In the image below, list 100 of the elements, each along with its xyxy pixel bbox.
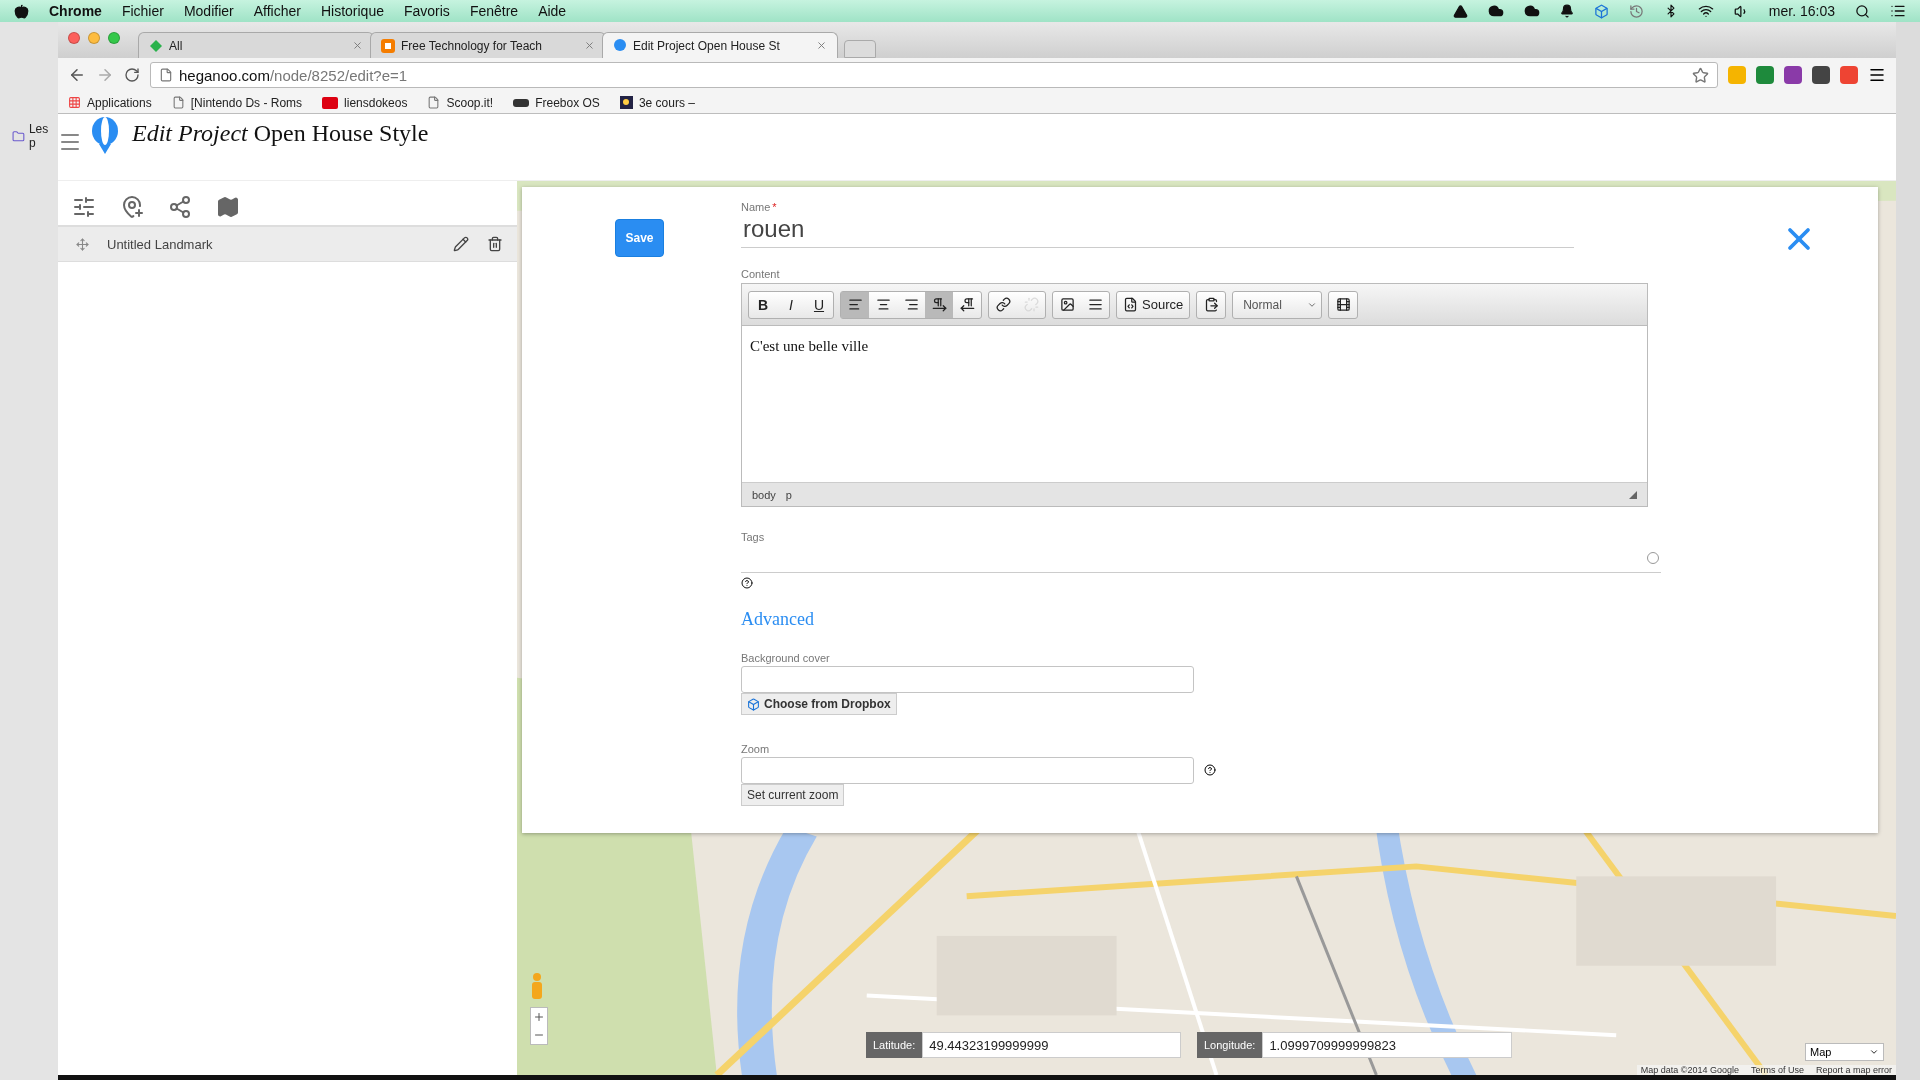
help-icon[interactable] <box>1204 763 1216 776</box>
cloud-icon[interactable] <box>1487 3 1504 19</box>
browser-tab[interactable]: Edit Project Open House St <box>602 32 838 58</box>
menu-item[interactable]: Aide <box>538 3 567 19</box>
apple-icon[interactable] <box>14 3 29 19</box>
address-bar[interactable]: heganoo.com/node/8252/edit?e=1 <box>150 62 1718 88</box>
map-button[interactable] <box>216 195 240 219</box>
link-icon <box>995 297 1011 312</box>
balloon-icon <box>613 38 627 53</box>
map-type-select[interactable]: Map <box>1805 1043 1884 1061</box>
balloon-logo-icon <box>90 116 120 156</box>
close-icon[interactable] <box>352 40 363 51</box>
extension-icon[interactable] <box>1756 66 1774 84</box>
history-icon[interactable] <box>1628 3 1644 19</box>
box-icon[interactable] <box>1593 3 1609 19</box>
map-link[interactable]: Terms of Use <box>1750 1065 1804 1075</box>
window-close-button[interactable] <box>68 32 80 44</box>
menu-item[interactable]: Historique <box>320 3 384 19</box>
page-icon <box>159 68 173 82</box>
landmark-row[interactable]: Untitled Landmark <box>58 227 517 262</box>
bookmark-item[interactable]: 3e cours – <box>619 95 695 110</box>
set-zoom-button[interactable]: Set current zoom <box>741 784 845 806</box>
photo-icon <box>619 96 633 109</box>
latitude-label: Latitude: <box>866 1032 923 1058</box>
bookmark-text: Les p <box>28 122 50 150</box>
align-left-icon <box>847 297 863 312</box>
menu-item[interactable]: Modifier <box>183 3 234 19</box>
share-button[interactable] <box>168 195 192 219</box>
code-file-icon <box>1123 297 1138 312</box>
cloud-icon[interactable] <box>1523 3 1540 19</box>
leaf-icon <box>149 38 163 53</box>
menu-item[interactable]: Fichier <box>121 3 164 19</box>
unlink-icon <box>1023 297 1039 312</box>
search-icon[interactable] <box>1855 3 1870 19</box>
box-icon <box>513 98 530 107</box>
close-icon[interactable] <box>816 40 827 51</box>
resize-grip-icon[interactable] <box>1629 490 1637 499</box>
format-button[interactable]: B <box>749 291 777 318</box>
landmark-name: Untitled Landmark <box>107 236 214 252</box>
longitude-field[interactable]: 1.0999709999999823 <box>1262 1032 1512 1058</box>
menu-item[interactable]: Chrome <box>49 3 102 19</box>
close-icon[interactable] <box>584 40 595 51</box>
menu-item[interactable]: Fenêtre <box>469 3 519 19</box>
url-text: heganoo.com/node/8252/edit?e=1 <box>179 66 408 84</box>
pilcrow-icon <box>959 297 975 312</box>
wifi-icon[interactable] <box>1697 3 1714 19</box>
folder-icon <box>12 129 25 143</box>
bookmark-item[interactable]: [Nintendo Ds - Roms <box>171 95 303 110</box>
zoom-field[interactable] <box>741 757 1194 784</box>
add-pin-button[interactable] <box>120 195 144 219</box>
help-icon[interactable] <box>741 577 753 589</box>
pilcrow-icon <box>931 297 947 312</box>
field-label: Content <box>741 268 781 280</box>
map-link[interactable]: Report a map error <box>1815 1065 1892 1075</box>
list-icon[interactable] <box>1890 3 1906 19</box>
reload-icon[interactable] <box>124 67 140 83</box>
align-center-icon <box>875 297 891 312</box>
format-button[interactable]: I <box>777 291 805 318</box>
image-icon <box>1059 297 1075 312</box>
menu-icon[interactable] <box>1868 66 1886 84</box>
page-title: Edit Project Open House Style <box>132 120 429 147</box>
dropbox-icon <box>747 697 760 711</box>
menu-item[interactable]: Afficher <box>253 3 301 19</box>
favicon-icon <box>322 96 339 109</box>
advanced-link[interactable]: Advanced <box>741 609 1661 630</box>
menu-item[interactable]: Favoris <box>403 3 450 19</box>
element-path-item[interactable]: body <box>752 488 776 501</box>
drive-icon[interactable] <box>1452 3 1468 19</box>
extension-icon[interactable] <box>1784 66 1802 84</box>
toolbar-button[interactable] <box>925 291 953 318</box>
bookmark-item[interactable]: Applications <box>68 95 152 110</box>
format-button[interactable]: U <box>805 291 833 318</box>
bell-icon[interactable] <box>1559 4 1574 18</box>
page-icon <box>171 96 185 109</box>
element-path-item[interactable]: p <box>785 488 792 501</box>
field-label: Tags <box>741 531 766 543</box>
delete-icon[interactable] <box>487 236 503 252</box>
lines-icon <box>1087 297 1103 312</box>
extension-icon[interactable] <box>1812 66 1830 84</box>
longitude-label: Longitude: <box>1197 1032 1263 1058</box>
format-dropdown[interactable]: Normal <box>1233 291 1322 318</box>
bookmark-item[interactable]: Freebox OS <box>513 95 600 110</box>
star-icon[interactable] <box>1692 66 1709 84</box>
editor-text[interactable]: C'est une belle ville <box>742 326 1647 482</box>
bookmark-item[interactable]: liensdokeos <box>322 95 408 110</box>
field-label: Zoom <box>741 743 771 755</box>
film-icon <box>1335 297 1351 312</box>
background-cover-field[interactable] <box>741 666 1194 693</box>
apps-grid-icon <box>68 96 81 109</box>
drag-handle-icon[interactable] <box>76 237 89 251</box>
latitude-field[interactable]: 49.44323199999999 <box>922 1032 1181 1058</box>
field-label: Background cover <box>741 652 831 664</box>
bookmark-item[interactable]: Scoop.it! <box>427 95 494 110</box>
source-button[interactable]: Source <box>1117 291 1190 318</box>
field-label: Name * <box>741 201 778 213</box>
dropbox-button[interactable]: Choose from Dropbox <box>741 693 897 715</box>
back-icon[interactable] <box>68 66 86 84</box>
edit-icon[interactable] <box>453 236 469 252</box>
settings-sliders-button[interactable] <box>72 195 96 219</box>
clock-text: mer. 16:03 <box>1768 3 1835 19</box>
